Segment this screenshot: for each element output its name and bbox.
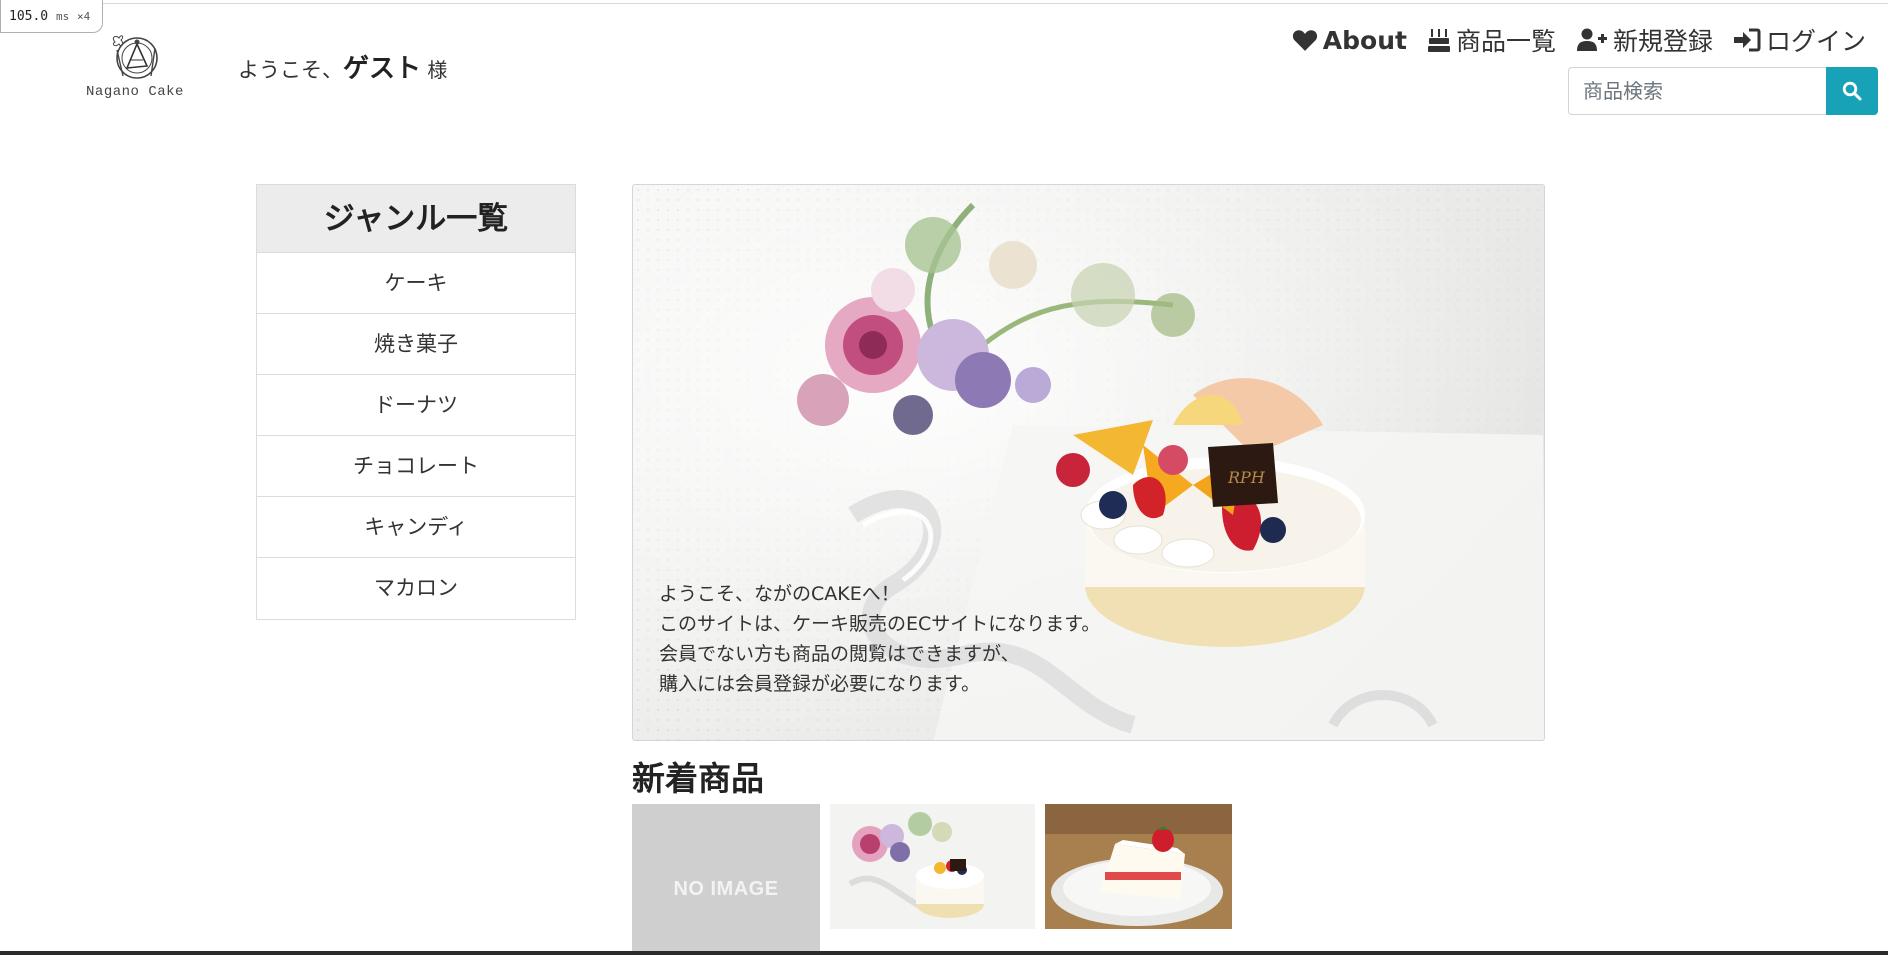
cake-bouquet-thumbnail xyxy=(830,804,1035,929)
new-items-title: 新着商品 xyxy=(632,759,764,798)
sign-in-icon xyxy=(1733,28,1761,52)
welcome-prefix: ようこそ、 xyxy=(238,58,343,82)
nav-login-label: ログイン xyxy=(1765,27,1866,56)
genre-item[interactable]: ケーキ xyxy=(257,253,575,314)
header-nav: About 商品一覧 新規登録 ログイン xyxy=(1272,22,1866,58)
genre-item[interactable]: チョコレート xyxy=(257,436,575,497)
genre-item[interactable]: 焼き菓子 xyxy=(257,314,575,375)
perf-multiplier: ×4 xyxy=(77,10,91,23)
perf-unit: ms xyxy=(55,10,70,23)
svg-text:RPH: RPH xyxy=(1227,468,1266,487)
welcome-suffix: 様 xyxy=(421,58,448,82)
hero-line: 購入には会員登録が必要になります。 xyxy=(659,673,981,695)
welcome-name: ゲスト xyxy=(343,54,422,84)
nav-login[interactable]: ログイン xyxy=(1733,22,1866,58)
genre-list-title: ジャンル一覧 xyxy=(257,185,575,253)
no-image-label: NO IMAGE xyxy=(673,878,779,900)
nav-products-label: 商品一覧 xyxy=(1455,27,1556,56)
shortcake-thumbnail xyxy=(1045,804,1232,929)
heart-icon xyxy=(1292,30,1317,51)
bottom-divider xyxy=(0,951,1888,955)
welcome-message: ようこそ、ゲスト 様 xyxy=(238,48,447,85)
logo-text: Nagano Cake xyxy=(86,84,184,100)
perf-value: 105.0 xyxy=(9,9,49,24)
cake-logo-icon xyxy=(112,35,158,79)
search-input[interactable] xyxy=(1568,67,1826,115)
hero-line: ようこそ、ながのCAKEへ！ xyxy=(659,583,900,605)
search-button[interactable] xyxy=(1826,67,1878,115)
new-item-thumbnail[interactable] xyxy=(1045,804,1232,929)
perf-badge: 105.0 ms ×4 xyxy=(0,0,103,33)
genre-item[interactable]: キャンディ xyxy=(257,497,575,558)
user-plus-icon xyxy=(1576,28,1607,51)
search-form xyxy=(1568,67,1878,115)
nav-about-label: About xyxy=(1322,25,1407,55)
nav-products[interactable]: 商品一覧 xyxy=(1427,22,1556,58)
hero-line: 会員でない方も商品の閲覧はできますが、 xyxy=(659,643,1020,665)
nav-register-label: 新規登録 xyxy=(1612,27,1713,56)
page: 105.0 ms ×4 Nagano Cake ようこそ、ゲスト 様 About xyxy=(0,0,1888,955)
hero-image: RPH ようこそ、ながのCAKEへ！ このサイトは、ケーキ販売のECサイトになり… xyxy=(632,184,1545,741)
birthday-cake-icon xyxy=(1427,29,1450,52)
new-item-thumbnail[interactable] xyxy=(830,804,1035,929)
new-item-no-image[interactable]: NO IMAGE xyxy=(632,804,820,955)
top-divider xyxy=(103,3,1888,4)
genre-list: ジャンル一覧 ケーキ 焼き菓子 ドーナツ チョコレート キャンディ マカロン xyxy=(256,184,576,620)
site-logo[interactable]: Nagano Cake xyxy=(84,30,186,100)
genre-item[interactable]: マカロン xyxy=(257,558,575,619)
nav-register[interactable]: 新規登録 xyxy=(1576,22,1713,58)
nav-about[interactable]: About xyxy=(1292,26,1407,55)
genre-item[interactable]: ドーナツ xyxy=(257,375,575,436)
hero-line: このサイトは、ケーキ販売のECサイトになります。 xyxy=(659,613,1101,635)
hero-welcome-text: ようこそ、ながのCAKEへ！ このサイトは、ケーキ販売のECサイトになります。 … xyxy=(659,579,1100,699)
search-icon xyxy=(1842,81,1862,101)
